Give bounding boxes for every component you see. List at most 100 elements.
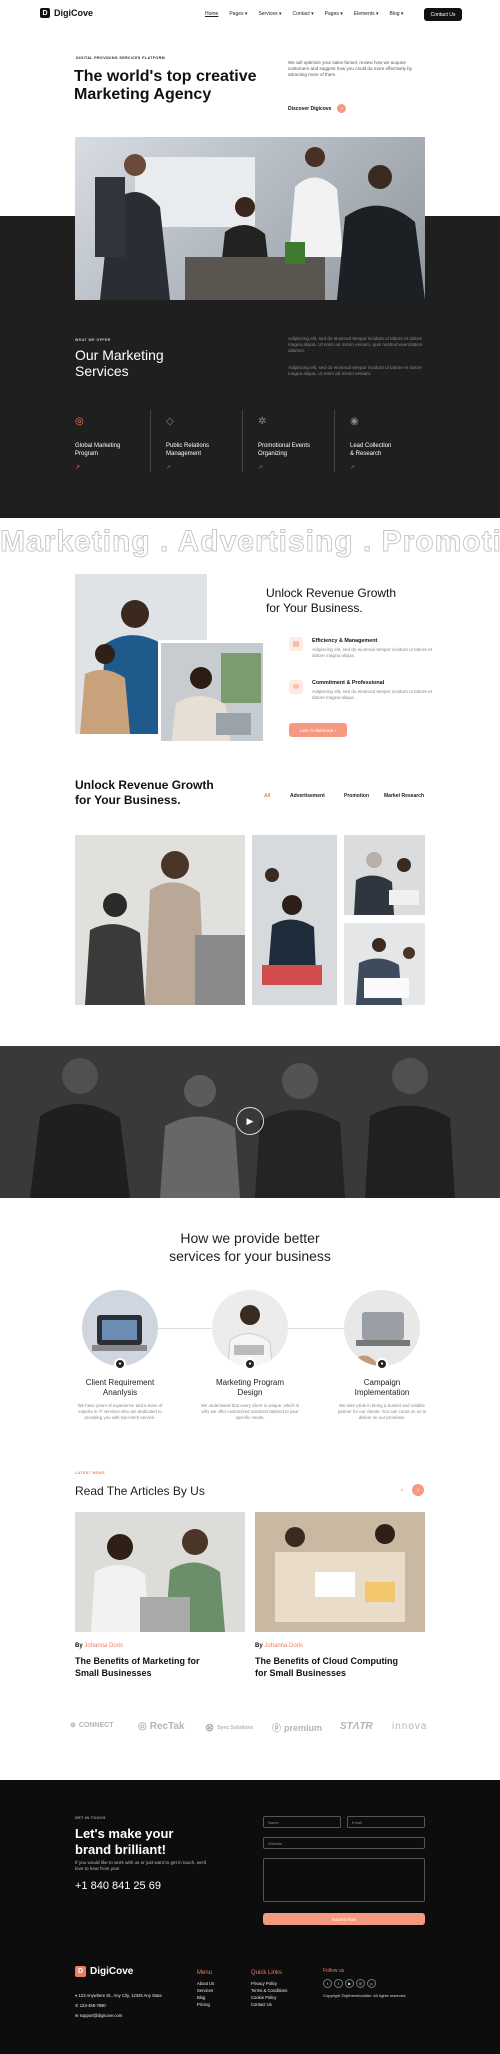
footer-address: ⌖ 123 Anywhere St., Any City, 12345 Any … <box>75 1993 162 1998</box>
step-1-photo <box>82 1290 158 1366</box>
step-1-title: Client Requirement Ananlysis <box>85 1378 155 1397</box>
phone-icon: ✆ <box>75 2003 79 2008</box>
menu-item-pages-2[interactable]: Pages ▾ <box>325 11 343 17</box>
sync-icon: ⊗ <box>205 1722 215 1734</box>
portfolio-photo-bottom-right <box>344 923 425 1005</box>
growth-title: Unlock Revenue Growth for Your Business. <box>266 586 397 615</box>
step-2-title: Marketing Program Design <box>215 1378 285 1397</box>
divider <box>150 410 151 472</box>
articles-title: Read The Articles By Us <box>75 1484 205 1498</box>
author-link[interactable]: Johanna Doris <box>264 1643 303 1649</box>
email-field[interactable]: Email <box>347 1816 425 1828</box>
message-field[interactable] <box>263 1858 425 1902</box>
arrow-icon: ↗ <box>350 465 356 471</box>
globe-icon: ◎ <box>75 416 84 427</box>
feature-2-title: Commitment & Professional <box>312 680 385 686</box>
footer-link[interactable]: About Us <box>197 1980 214 1987</box>
instagram-icon[interactable]: ◎ <box>356 1979 365 1988</box>
brand-logo-innova: innova <box>392 1721 428 1732</box>
step-3-desc: We take pride in being a trusted and rel… <box>337 1403 427 1420</box>
tab-market-research[interactable]: Market Research <box>384 793 424 799</box>
footer-link[interactable]: Blog <box>197 1994 214 2001</box>
articles-kicker: LATEST NEWS <box>75 1471 105 1475</box>
menu-item-contact[interactable]: Contact ▾ <box>293 11 314 17</box>
logo[interactable]: D DigiCove <box>40 8 93 18</box>
service-card-global-marketing[interactable]: ◎ Global Marketing Program ↗ <box>75 416 155 472</box>
menu-item-home[interactable]: Home <box>205 11 218 17</box>
service-card-public-relations[interactable]: ◇ Public Relations Management ↗ <box>166 417 246 472</box>
step-3-title: Campaign Implementation <box>354 1378 410 1397</box>
portfolio-photo-top-right <box>344 835 425 915</box>
tab-promotion[interactable]: Promotion <box>344 793 369 799</box>
footer-quick-links: Quick Links Privacy Policy Terms & Condi… <box>251 1970 288 2008</box>
step-2-photo <box>212 1290 288 1366</box>
offer-title: Our Marketing Services <box>75 347 164 379</box>
footer-link[interactable]: Contact Us <box>251 2001 287 2008</box>
process-step-3: ● Campaign Implementation We take pride i… <box>332 1290 432 1421</box>
hero-kicker: DIGITAL PROVIDING SERVICES PLATFORM <box>76 56 166 60</box>
divider <box>242 410 243 472</box>
next-arrow-icon[interactable]: › <box>412 1484 424 1496</box>
article-1-photo[interactable] <box>75 1512 245 1632</box>
discover-link[interactable]: Discover Digicove › <box>288 104 347 113</box>
step-1-badge: ● <box>114 1358 126 1370</box>
menu-item-elements[interactable]: Elements ▾ <box>354 11 379 17</box>
author-link[interactable]: Johanna Doris <box>84 1643 123 1649</box>
footer-link[interactable]: Terms & Conditions <box>251 1987 287 1994</box>
name-field[interactable]: Name <box>263 1816 341 1828</box>
footer-menu: Menu About Us Services Blog Pricing <box>197 1970 215 2008</box>
process-step-2: ● Marketing Program Design We understand … <box>200 1290 300 1421</box>
offer-paragraph-2: Adipiscing elit, sed do eiusmod tempor i… <box>288 365 423 376</box>
feature-1-title: Efficiency & Management <box>312 638 378 644</box>
pinterest-icon[interactable]: p <box>367 1979 376 1988</box>
brand-logo-sync: ⊗ Sync Solutions <box>205 1722 254 1734</box>
feature-1-desc: Adipiscing elit, sed do eiusmod tempor i… <box>312 647 433 658</box>
efficiency-icon: ▤ <box>289 637 303 651</box>
footer-logo[interactable]: D DigiCove <box>75 1966 133 1977</box>
website-field[interactable]: Website <box>263 1837 425 1849</box>
footer-link[interactable]: Services <box>197 1987 214 1994</box>
article-1-byline: By Johanna Doris <box>75 1643 124 1649</box>
service-card-lead-collection[interactable]: ◉ Lead Collection & Research ↗ <box>350 417 430 472</box>
play-video-icon[interactable]: ▶ <box>236 1107 264 1135</box>
article-2-title[interactable]: The Benefits of Cloud Computing for Small… <box>255 1655 398 1679</box>
contact-us-button[interactable]: Contact Us <box>424 8 462 21</box>
step-3-badge: ● <box>376 1358 388 1370</box>
twitter-icon[interactable]: t <box>334 1979 343 1988</box>
logo-icon: D <box>75 1966 86 1977</box>
contact-phone[interactable]: +1 840 841 25 69 <box>75 1880 161 1892</box>
portfolio-title: Unlock Revenue Growth for Your Business. <box>75 778 214 807</box>
portfolio-photo-large <box>75 835 245 1005</box>
handshake-icon: ✉ <box>289 680 303 694</box>
arrow-right-icon: › <box>337 104 347 113</box>
tab-advertisement[interactable]: Advertisement <box>290 793 325 799</box>
youtube-icon[interactable]: ▶ <box>345 1979 354 1988</box>
prev-arrow-icon[interactable]: ‹ <box>396 1484 408 1496</box>
lets-collaborate-button[interactable]: Lets Collaborate › <box>289 723 347 737</box>
contact-kicker: GET IN TOUCH <box>75 1816 106 1820</box>
gear-icon: ✲ <box>258 416 267 427</box>
facebook-icon[interactable]: f <box>323 1979 332 1988</box>
hero-title: The world's top creative Marketing Agency <box>74 68 257 103</box>
article-1-title[interactable]: The Benefits of Marketing for Small Busin… <box>75 1655 200 1679</box>
footer-link[interactable]: Cookie Policy <box>251 1994 287 2001</box>
brand-logo-rectak: ◎ RecTak <box>138 1721 185 1732</box>
service-card-promotional-events[interactable]: ✲ Promotional Events Organizing ↗ <box>258 416 338 472</box>
hero-description: We will optimize your sales funnel, revi… <box>288 60 413 77</box>
menu-item-services[interactable]: Services ▾ <box>258 11 281 17</box>
footer-follow: Follow us f t ▶ ◎ p Copyright ©njtthemebuild… <box>323 1968 407 1998</box>
submit-button[interactable]: Submit Now <box>263 1913 425 1925</box>
menu-item-blog[interactable]: Blog ▾ <box>390 11 404 17</box>
offer-kicker: WHAT WE OFFER <box>75 338 111 342</box>
footer-link[interactable]: Pricing <box>197 2001 214 2008</box>
step-2-badge: ● <box>244 1358 256 1370</box>
mail-icon: ✉ <box>75 2013 79 2018</box>
portfolio-photo-middle <box>252 835 337 1005</box>
article-2-photo[interactable] <box>255 1512 425 1632</box>
step-3-photo <box>344 1290 420 1366</box>
menu-item-pages[interactable]: Pages ▾ <box>229 11 247 17</box>
tab-all[interactable]: All <box>264 793 270 799</box>
step-2-desc: We understand that every client is uniqu… <box>200 1403 300 1420</box>
arrow-icon: ↗ <box>258 465 264 471</box>
footer-link[interactable]: Privacy Policy <box>251 1980 287 1987</box>
